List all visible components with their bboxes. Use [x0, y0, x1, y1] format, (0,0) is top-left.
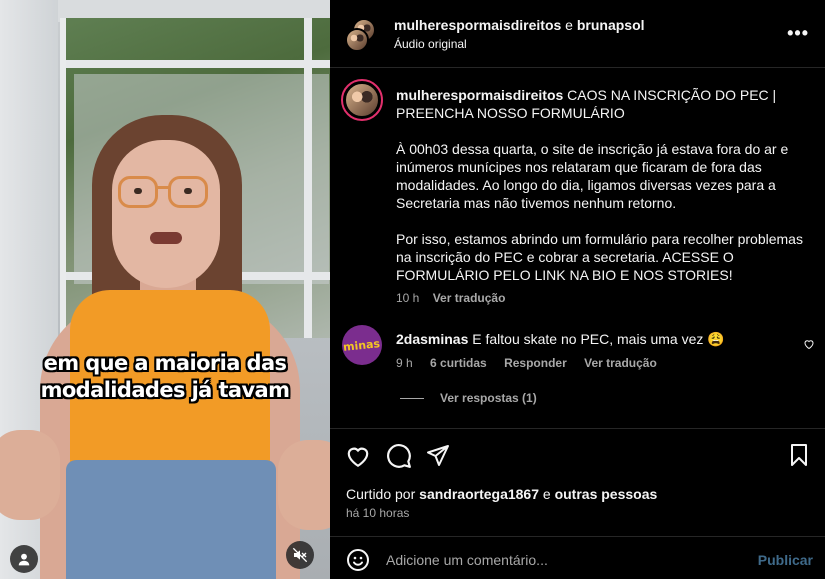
caption-time: 10 h [396, 291, 420, 305]
post-header: mulherespormaisdireitos e brunapsol Áudi… [330, 0, 825, 68]
jeans [66, 460, 276, 579]
add-comment-bar: Publicar [330, 536, 825, 579]
mouth [150, 232, 182, 244]
comment-button[interactable] [386, 443, 412, 469]
more-options-button[interactable]: ••• [787, 24, 809, 42]
comment-bubble-icon [387, 444, 411, 468]
coauthor-avatar[interactable] [345, 28, 369, 52]
comment-reply-button[interactable]: Responder [504, 356, 567, 370]
video-caption-line-2: modalidades já tavam [40, 378, 290, 402]
tagged-users-button[interactable] [10, 545, 38, 573]
video-caption-line-1: em que a maioria das [43, 351, 287, 375]
caption-paragraph-1: À 00h03 dessa quarta, o site de inscriçã… [396, 141, 789, 211]
more-horizontal-icon: ••• [787, 23, 809, 43]
comment-input[interactable] [386, 549, 746, 571]
replies-line [400, 397, 424, 399]
bookmark-icon [791, 444, 807, 466]
comment-like-button[interactable] [803, 337, 815, 355]
emoji-button[interactable] [346, 548, 370, 572]
post-comments-area: mulherespormaisdireitos CAOS NA INSCRIÇÃ… [330, 68, 825, 428]
publish-button[interactable]: Publicar [758, 552, 813, 568]
eye-left [134, 188, 142, 194]
reel-video[interactable]: em que a maioria das modalidades já tava… [0, 0, 330, 579]
author-username[interactable]: mulherespormaisdireitos [394, 17, 561, 33]
eye-right [184, 188, 192, 194]
caption-author-avatar[interactable] [344, 82, 380, 118]
liked-prefix: Curtido por [346, 486, 416, 502]
caption-meta: 10 h Ver tradução [396, 291, 515, 305]
comment-body: 2dasminas E faltou skate no PEC, mais um… [396, 331, 791, 348]
post-side-panel: mulherespormaisdireitos e brunapsol Áudi… [330, 0, 825, 579]
post-timestamp[interactable]: há 10 horas [346, 506, 409, 520]
speaker-muted-icon [292, 547, 308, 563]
comment-username[interactable]: 2dasminas [396, 331, 468, 347]
comment-meta: 9 h 6 curtidas Responder Ver tradução [396, 356, 671, 370]
post-actions: Curtido por sandraortega1867 e outras pe… [330, 428, 825, 532]
original-audio-link[interactable]: Áudio original [394, 37, 467, 51]
save-button[interactable] [787, 443, 813, 469]
liked-by-others[interactable]: outras pessoas [555, 486, 658, 502]
liked-joiner: e [542, 486, 551, 502]
speaker-figure [0, 0, 330, 579]
face [112, 140, 220, 288]
caption-translate-link[interactable]: Ver tradução [433, 291, 506, 305]
caption-paragraph-2: Por isso, estamos abrindo um formulário … [396, 231, 803, 283]
liked-by-summary: Curtido por sandraortega1867 e outras pe… [346, 486, 657, 502]
liked-by-user[interactable]: sandraortega1867 [419, 486, 539, 502]
glasses-bridge [156, 186, 170, 189]
comment-text: E faltou skate no PEC, mais uma vez 😩 [472, 331, 725, 347]
author-separator: e [565, 17, 573, 33]
hand-left [0, 430, 60, 520]
commenter-avatar[interactable]: minas [342, 325, 382, 365]
user-tag-icon [18, 553, 30, 566]
commenter-avatar-logo: minas [342, 336, 382, 354]
share-button[interactable] [426, 443, 452, 469]
comment-translate-link[interactable]: Ver tradução [584, 356, 657, 370]
heart-outline-icon [804, 340, 814, 350]
view-replies-button[interactable]: Ver respostas (1) [400, 391, 537, 405]
paper-plane-icon [427, 445, 449, 466]
coauthor-username[interactable]: brunapsol [577, 17, 645, 33]
view-replies-label: Ver respostas (1) [440, 391, 537, 405]
emoji-smile-icon [347, 549, 369, 571]
author-names: mulherespormaisdireitos e brunapsol [394, 17, 645, 33]
heart-icon [347, 447, 369, 468]
caption-username[interactable]: mulherespormaisdireitos [396, 87, 563, 103]
comment-likes[interactable]: 6 curtidas [430, 356, 487, 370]
like-button[interactable] [345, 443, 371, 469]
comment-time: 9 h [396, 356, 413, 370]
caption-headline: mulherespormaisdireitos CAOS NA INSCRIÇÃ… [396, 86, 806, 122]
hand-right [278, 440, 330, 530]
post-caption: mulherespormaisdireitos CAOS NA INSCRIÇÃ… [396, 86, 806, 302]
mute-toggle-button[interactable] [286, 541, 314, 569]
